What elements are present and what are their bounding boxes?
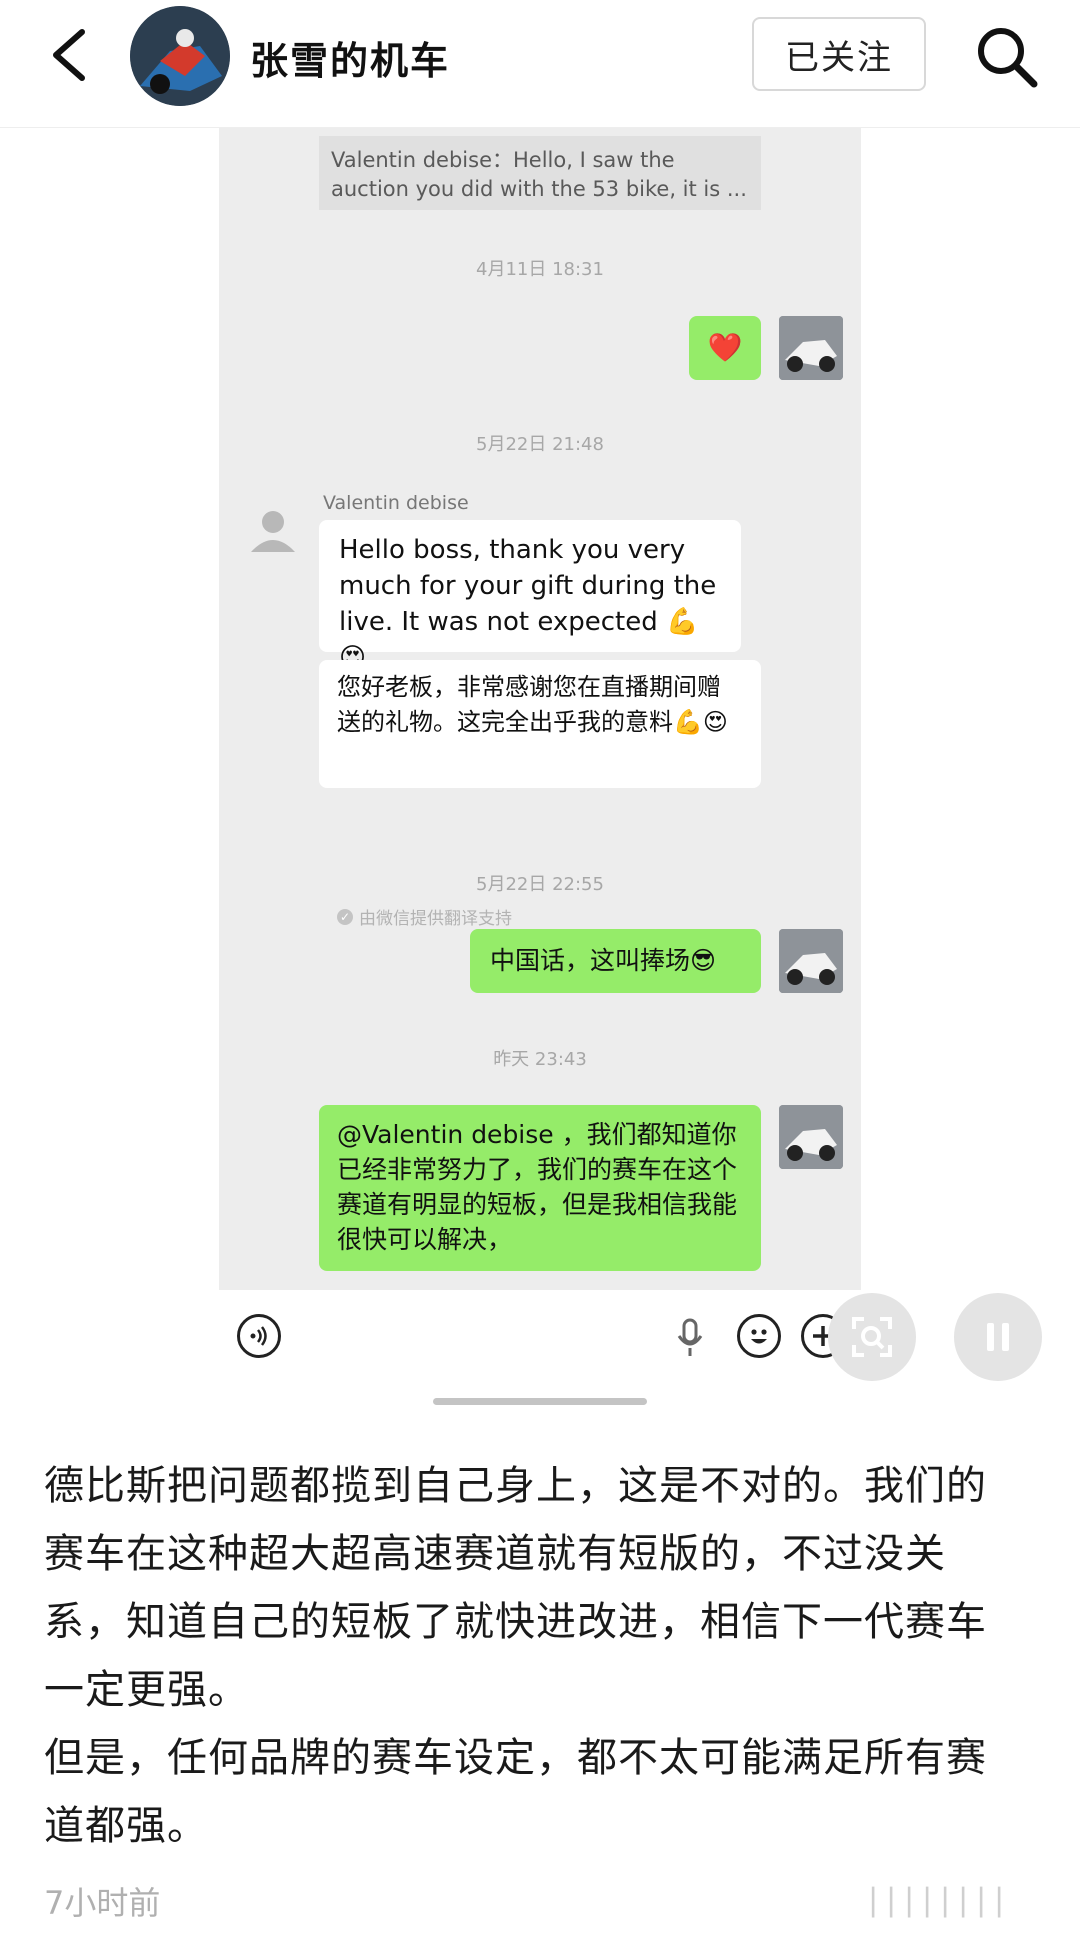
search-icon[interactable] — [974, 24, 1040, 90]
pause-icon[interactable] — [954, 1293, 1042, 1381]
timestamp: 5月22日 22:55 — [476, 874, 604, 895]
post-body: 德比斯把问题都揽到自己身上，这是不对的。我们的赛车在这种超大超高速赛道就有短版的… — [44, 1463, 987, 1849]
quoted-message: Valentin debise：Hello, I saw the auction… — [319, 136, 761, 210]
voice-icon[interactable] — [237, 1314, 281, 1358]
contact-message-bubble: Hello boss, thank you very much for your… — [319, 520, 741, 673]
username[interactable]: 张雪的机车 — [250, 30, 450, 85]
header: 张雪的机车 已关注 — [0, 0, 1080, 128]
timestamp: 昨天 23:43 — [493, 1049, 587, 1070]
self-message-bubble: 中国话，这叫捧场😎 — [470, 929, 761, 993]
follow-button[interactable]: 已关注 — [752, 17, 926, 91]
microphone-icon[interactable] — [675, 1318, 705, 1358]
translated-text: 您好老板，非常感谢您在直播期间赠送的礼物。这完全出乎我的意料💪😍 — [337, 673, 728, 736]
timestamp: 5月22日 21:48 — [476, 434, 604, 455]
scan-icon[interactable] — [828, 1293, 916, 1381]
post-timestamp: 7小时前 — [44, 1884, 161, 1922]
translation-note-text: 由微信提供翻译支持 — [359, 909, 512, 929]
chat-input-bar — [219, 1290, 861, 1382]
watermark: ▏▏▏▏▏▏▏▏ — [872, 1888, 1018, 1918]
self-avatar — [779, 929, 843, 993]
self-avatar — [779, 316, 843, 380]
translation-bubble: 您好老板，非常感谢您在直播期间赠送的礼物。这完全出乎我的意料💪😍 — [319, 660, 761, 788]
emoji-icon[interactable] — [737, 1314, 781, 1358]
self-message-bubble: @Valentin debise ，我们都知道你已经非常努力了，我们的赛车在这个… — [319, 1105, 761, 1271]
check-icon: ✓ — [337, 908, 353, 925]
timestamp: 4月11日 18:31 — [476, 259, 604, 280]
home-indicator — [433, 1398, 647, 1405]
self-avatar — [779, 1105, 843, 1169]
back-arrow-icon[interactable] — [48, 28, 92, 82]
sender-name: Valentin debise — [323, 492, 469, 514]
translation-note: ✓ 由微信提供翻译支持 — [337, 904, 512, 929]
avatar[interactable] — [130, 6, 230, 106]
chat-screenshot: Valentin debise：Hello, I saw the auction… — [219, 128, 861, 1290]
heart-message-bubble: ❤️ — [689, 316, 761, 380]
contact-avatar — [241, 500, 305, 564]
